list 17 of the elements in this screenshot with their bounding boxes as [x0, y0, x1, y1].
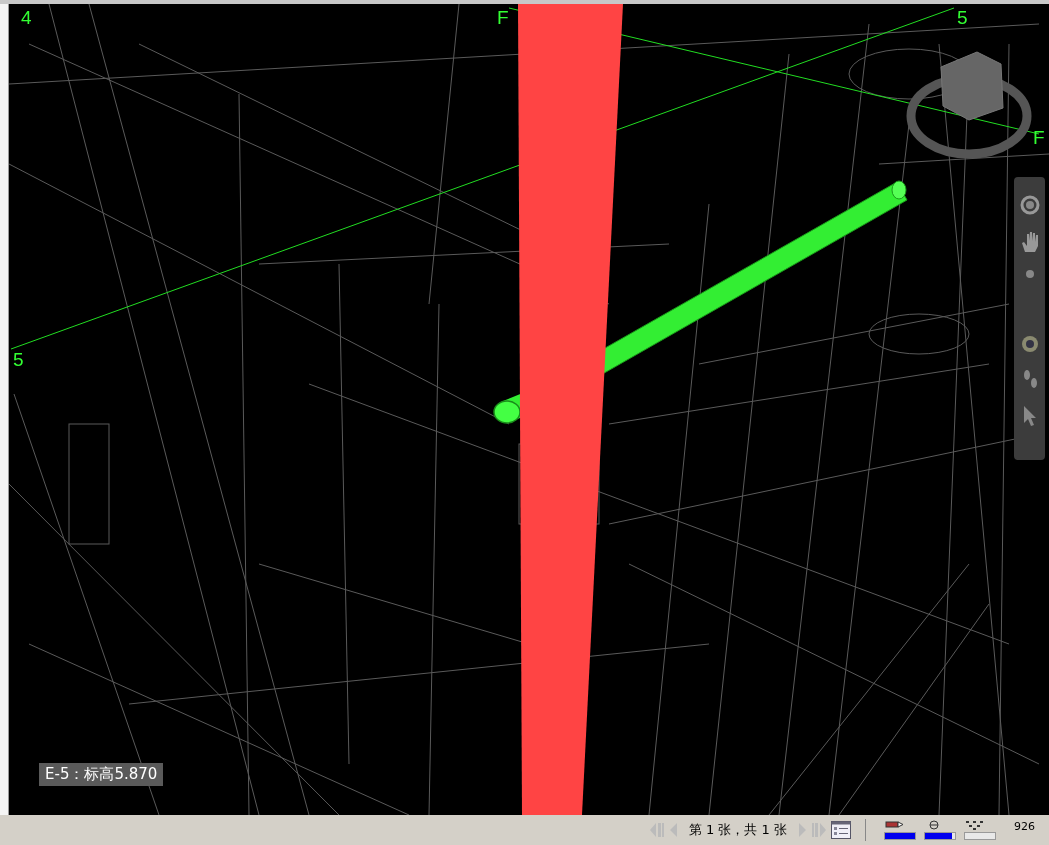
- grid-label: 5: [13, 349, 24, 370]
- grid-label: F: [1033, 127, 1045, 148]
- meter-bar: [884, 832, 916, 840]
- view-cube-drawing[interactable]: [906, 51, 1032, 159]
- elevation-label: E-5：标高5.870: [39, 763, 164, 786]
- count-label: 926: [1014, 820, 1035, 833]
- pencil-icon: [884, 820, 906, 830]
- grid-label: 5: [957, 7, 968, 28]
- page-info: 第 1 张，共 1 张: [688, 821, 787, 839]
- cursor-icon[interactable]: [1021, 405, 1038, 427]
- dot-icon[interactable]: [1024, 269, 1035, 279]
- list-icon[interactable]: [831, 821, 851, 839]
- orbit-icon[interactable]: [1019, 195, 1040, 215]
- grid-label: 4: [21, 7, 32, 28]
- grid-label: F: [497, 7, 509, 28]
- hand-icon[interactable]: [1019, 231, 1040, 253]
- meter-bar: [924, 832, 956, 840]
